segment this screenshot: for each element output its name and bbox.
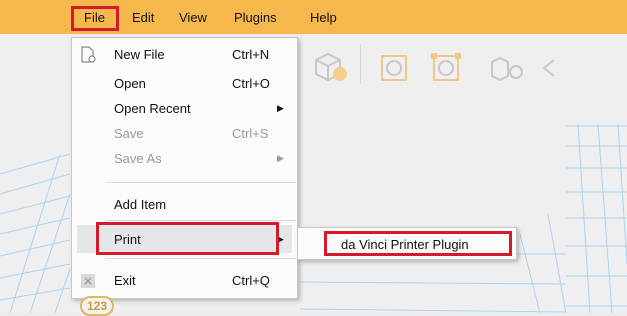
file-menu-highlight	[71, 6, 119, 31]
davinci-plugin-label: da Vinci Printer Plugin	[341, 237, 469, 252]
menu-separator	[106, 258, 296, 259]
menu-view[interactable]: View	[179, 10, 207, 26]
menu-item-add-item[interactable]: Add Item	[72, 195, 297, 215]
print-submenu: da Vinci Printer Plugin	[297, 227, 517, 260]
move-object-icon[interactable]	[376, 50, 416, 87]
menu-item-save[interactable]: Save Ctrl+S	[72, 124, 297, 144]
menu-edit[interactable]: Edit	[132, 10, 154, 26]
menu-item-open[interactable]: Open Ctrl+O	[72, 74, 297, 94]
save-shortcut: Ctrl+S	[232, 126, 269, 141]
menu-item-davinci-printer-plugin[interactable]: da Vinci Printer Plugin	[324, 231, 512, 256]
new-file-shortcut: Ctrl+N	[232, 47, 270, 62]
menu-bar: File Edit View Plugins Help	[0, 0, 627, 34]
file-dropdown-menu: New File Ctrl+N Open Ctrl+O Open Recent …	[71, 37, 298, 299]
print-highlight	[96, 222, 279, 255]
menu-plugins[interactable]: Plugins	[234, 10, 277, 26]
load-model-icon[interactable]	[310, 50, 350, 87]
menu-item-exit[interactable]: Exit Ctrl+Q	[72, 271, 297, 291]
open-label: Open	[114, 76, 146, 91]
exit-icon	[79, 272, 97, 293]
menu-item-open-recent[interactable]: Open Recent ▶	[72, 99, 297, 119]
menu-item-save-as[interactable]: Save As ▶	[72, 149, 297, 169]
menu-help[interactable]: Help	[310, 10, 337, 26]
menu-item-new-file[interactable]: New File Ctrl+N	[72, 45, 297, 65]
save-label: Save	[114, 126, 144, 141]
new-file-icon	[79, 46, 97, 67]
submenu-arrow-icon: ▶	[277, 153, 284, 163]
exit-label: Exit	[114, 273, 136, 288]
submenu-arrow-icon: ▶	[277, 103, 284, 113]
toolbar-divider	[360, 44, 361, 84]
rotate-object-icon[interactable]	[486, 50, 526, 87]
add-item-label: Add Item	[114, 197, 167, 212]
open-recent-label: Open Recent	[114, 101, 191, 116]
menu-separator	[106, 182, 296, 183]
open-shortcut: Ctrl+O	[232, 76, 270, 91]
exit-shortcut: Ctrl+Q	[232, 273, 270, 288]
menu-separator	[106, 220, 296, 221]
scale-object-icon[interactable]	[428, 50, 468, 87]
more-tools-icon[interactable]	[540, 50, 560, 87]
object-count-badge: 123	[80, 296, 114, 316]
new-file-label: New File	[114, 47, 165, 62]
save-as-label: Save As	[114, 151, 162, 166]
